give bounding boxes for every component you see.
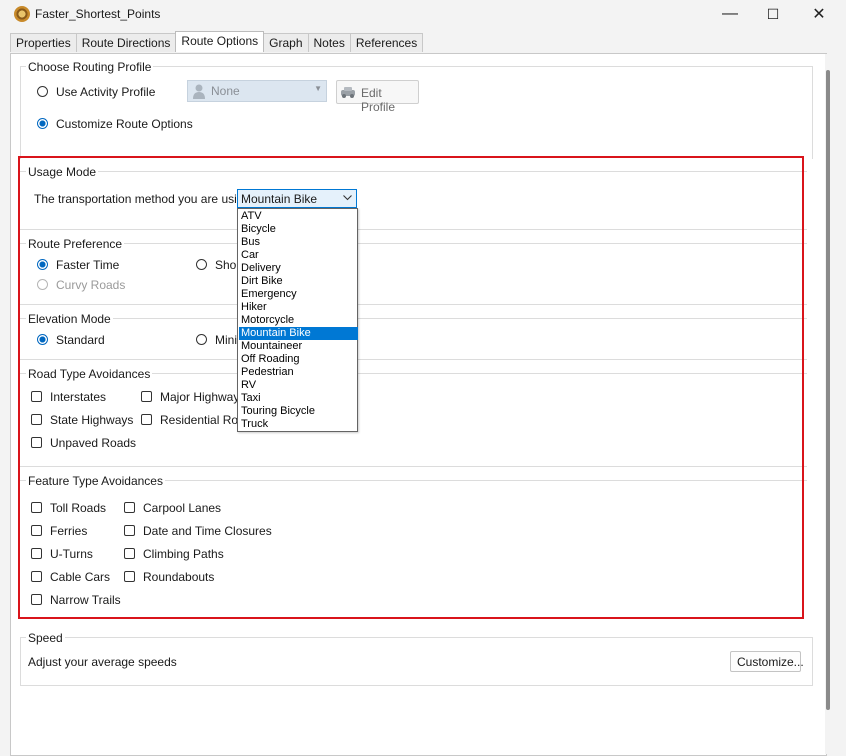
customize-speed-label: Customize... [737, 655, 804, 669]
transport-option-mountaineer[interactable]: Mountaineer [239, 340, 358, 353]
tab-strip: Properties Route Directions Route Option… [10, 31, 424, 53]
activity-profile-select[interactable]: None ▼ [187, 80, 327, 102]
transport-option-delivery[interactable]: Delivery [239, 262, 358, 275]
transport-option-bicycle[interactable]: Bicycle [239, 223, 358, 236]
chevron-down-icon: ▼ [314, 84, 322, 93]
routing-profile-legend: Choose Routing Profile [26, 60, 154, 74]
speed-description: Adjust your average speeds [28, 655, 177, 669]
transport-option-bus[interactable]: Bus [239, 236, 358, 249]
highlight-box [18, 156, 804, 619]
edit-profile-label: Edit Profile [361, 86, 396, 114]
customize-route-options-radio[interactable] [37, 118, 48, 129]
customize-speed-button[interactable]: Customize... [730, 651, 804, 672]
window-title: Faster_Shortest_Points [35, 7, 161, 21]
speed-legend: Speed [26, 631, 65, 645]
transport-option-car[interactable]: Car [239, 249, 358, 262]
app-icon [14, 6, 30, 22]
tab-route-options[interactable]: Route Options [175, 31, 265, 52]
tab-notes[interactable]: Notes [307, 33, 351, 52]
use-activity-profile-radio[interactable] [37, 86, 48, 97]
edit-profile-button[interactable]: Edit Profile [336, 80, 419, 114]
transport-option-mountain-bike[interactable]: Mountain Bike [239, 327, 358, 340]
tab-references[interactable]: References [349, 33, 424, 52]
transport-method-dropdown: ATV Bicycle Bus Car Delivery Dirt Bike E… [237, 208, 358, 432]
transport-option-off-roading[interactable]: Off Roading [239, 353, 358, 366]
transport-option-touring-bicycle[interactable]: Touring Bicycle [239, 405, 358, 418]
transport-option-dirt-bike[interactable]: Dirt Bike [239, 275, 358, 288]
transport-option-motorcycle[interactable]: Motorcycle [239, 314, 358, 327]
tab-properties[interactable]: Properties [10, 33, 77, 52]
minimize-button[interactable]: — [708, 0, 752, 28]
transport-option-truck[interactable]: Truck [239, 418, 358, 431]
transport-option-rv[interactable]: RV [239, 379, 358, 392]
close-button[interactable]: ✕ [797, 0, 841, 28]
activity-profile-value: None [211, 84, 240, 98]
tab-graph[interactable]: Graph [263, 33, 309, 52]
maximize-button[interactable]: ☐ [751, 0, 795, 28]
customize-route-options-label: Customize Route Options [56, 117, 193, 131]
tab-route-directions[interactable]: Route Directions [75, 33, 177, 52]
transport-option-pedestrian[interactable]: Pedestrian [239, 366, 358, 379]
use-activity-profile-label: Use Activity Profile [56, 85, 156, 99]
transport-option-taxi[interactable]: Taxi [239, 392, 358, 405]
person-icon [193, 84, 205, 99]
transport-option-emergency[interactable]: Emergency [239, 288, 358, 301]
scrollbar-thumb[interactable] [826, 70, 830, 710]
transport-option-hiker[interactable]: Hiker [239, 301, 358, 314]
car-edit-icon [341, 87, 355, 98]
transport-option-atv[interactable]: ATV [239, 210, 358, 223]
